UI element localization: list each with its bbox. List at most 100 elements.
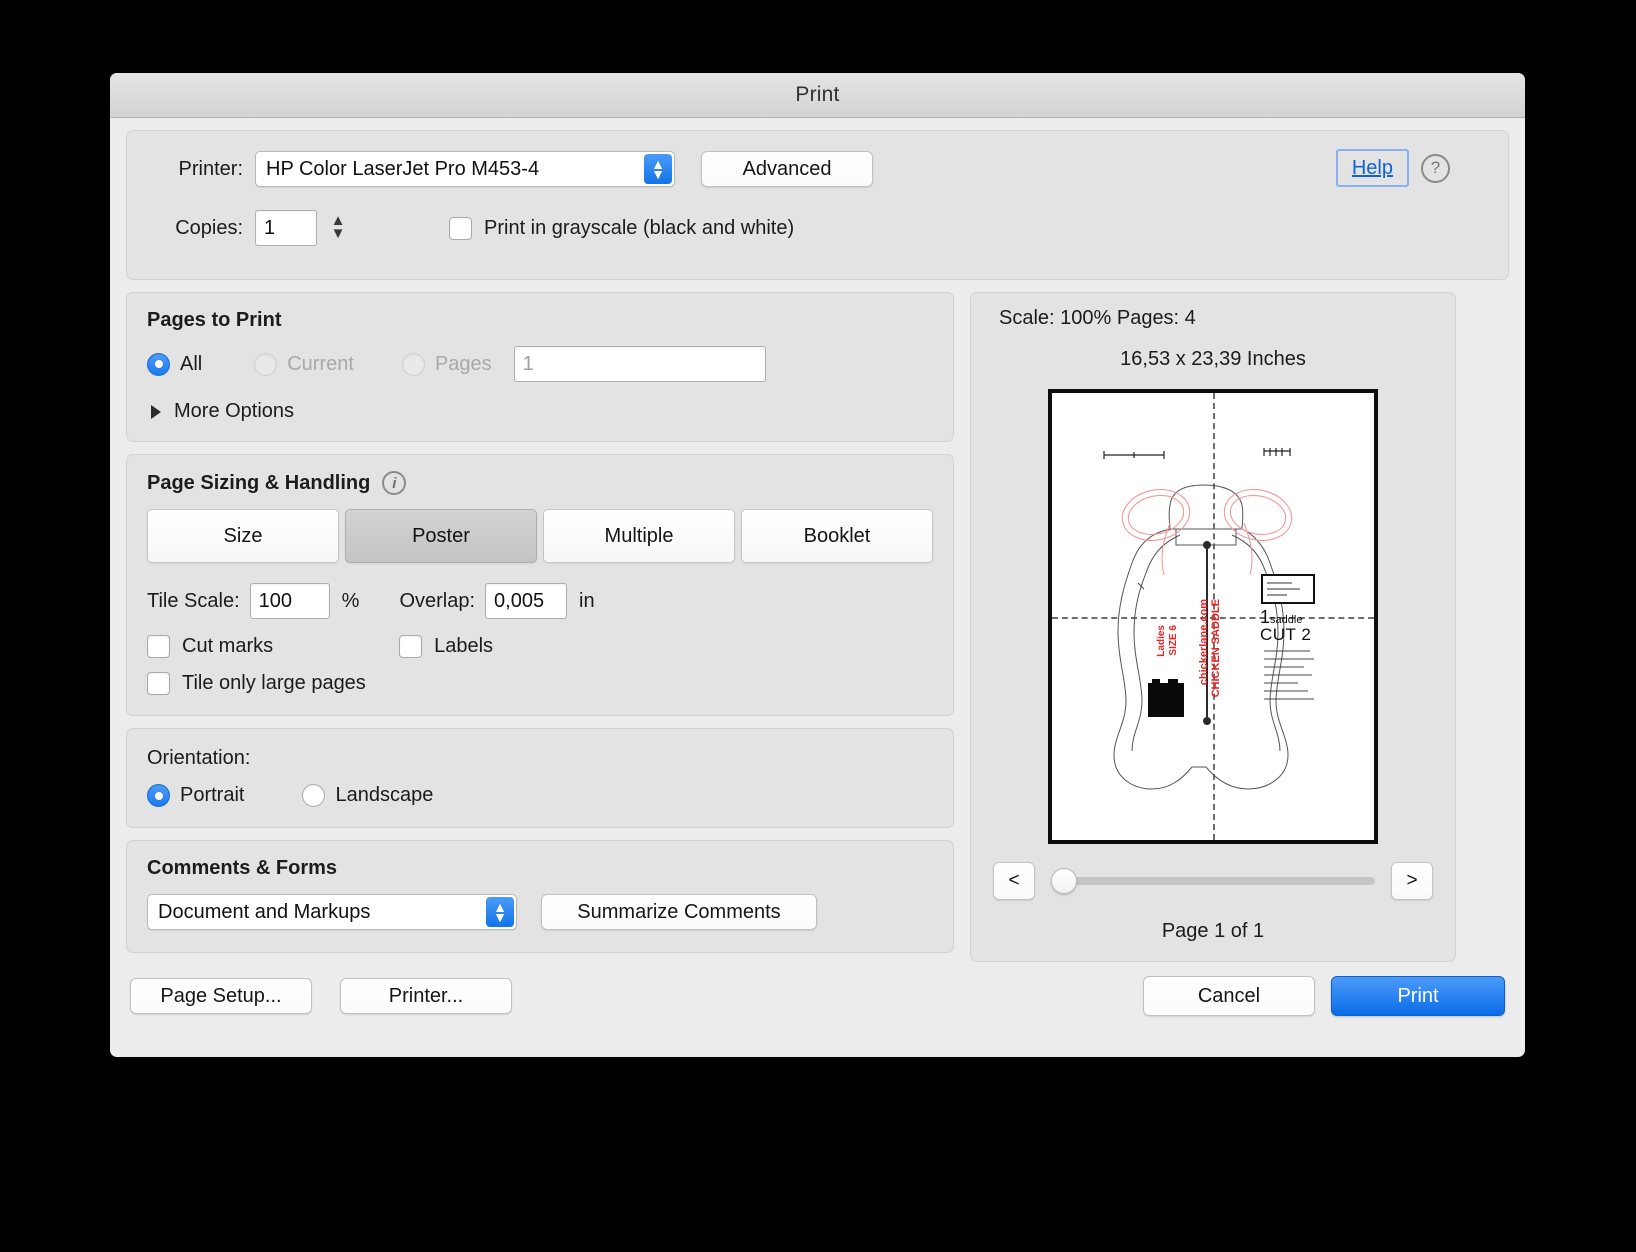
- page-preview-thumbnail[interactable]: 1saddle CUT 2 chickerlane.com CHICKEN SA…: [1048, 389, 1378, 844]
- summarize-comments-button[interactable]: Summarize Comments: [541, 894, 817, 930]
- comments-row: Document and Markups ▲ ▼ Summarize Commen…: [147, 894, 933, 930]
- labels-checkbox[interactable]: [399, 635, 423, 658]
- radio-pages[interactable]: Pages: [401, 352, 492, 376]
- artwork-red-text-1: chickerlane.com: [1198, 599, 1210, 686]
- cut-marks-checkbox[interactable]: [147, 635, 170, 658]
- artwork-red-text-2: CHICKEN SADDLE: [1210, 599, 1222, 698]
- overlap-value: 0,005: [494, 589, 545, 612]
- pages-to-print-title: Pages to Print: [147, 309, 282, 331]
- artwork-cut-label: CUT 2: [1260, 625, 1312, 644]
- more-options-toggle[interactable]: More Options: [147, 400, 933, 423]
- radio-current-indicator[interactable]: [254, 352, 278, 376]
- radio-landscape-label: Landscape: [335, 784, 434, 806]
- radio-portrait[interactable]: Portrait: [147, 784, 244, 807]
- radio-all-label: All: [180, 352, 203, 375]
- radio-pages-indicator[interactable]: [401, 352, 425, 376]
- pages-range-input[interactable]: 1: [513, 346, 766, 382]
- radio-current[interactable]: Current: [254, 352, 354, 376]
- printer-row: Printer: HP Color LaserJet Pro M453-4 ▲ ▼…: [145, 151, 1490, 187]
- help-link-button[interactable]: Help: [1335, 149, 1409, 187]
- page-setup-button[interactable]: Page Setup...: [130, 978, 312, 1014]
- page-sizing-title: Page Sizing & Handling: [147, 471, 371, 494]
- chevron-right-icon: [151, 404, 161, 419]
- tile-scale-label: Tile Scale:: [147, 589, 240, 612]
- preview-next-label: >: [1406, 870, 1418, 891]
- overlap-input[interactable]: 0,005: [485, 583, 568, 619]
- chevron-updown-icon: ▲ ▼: [644, 154, 672, 184]
- copies-label: Copies:: [175, 216, 243, 239]
- tile-scale-input[interactable]: 100: [249, 583, 330, 619]
- tile-only-large-label: Tile only large pages: [182, 672, 366, 694]
- grayscale-checkbox[interactable]: [449, 216, 472, 240]
- comments-select[interactable]: Document and Markups ▲ ▼: [147, 894, 517, 930]
- copies-stepper[interactable]: ▲ ▼: [327, 209, 349, 247]
- cancel-button[interactable]: Cancel: [1143, 976, 1315, 1016]
- radio-portrait-indicator[interactable]: [147, 784, 170, 807]
- preview-next-button[interactable]: >: [1391, 862, 1433, 900]
- orientation-title: Orientation:: [147, 747, 251, 769]
- printer-button[interactable]: Printer...: [340, 978, 512, 1014]
- cut-marks-label: Cut marks: [182, 635, 274, 657]
- tile-checkbox-row-2[interactable]: Tile only large pages: [147, 672, 933, 695]
- radio-all-indicator[interactable]: [147, 352, 170, 376]
- segment-poster-label: Poster: [412, 524, 470, 547]
- dialog-body: Printer: HP Color LaserJet Pro M453-4 ▲ ▼…: [110, 118, 1525, 1030]
- main-columns: Pages to Print All Current Pages 1 More …: [126, 292, 1509, 962]
- segment-multiple[interactable]: Multiple: [543, 509, 735, 563]
- cut-marks-checkbox-row[interactable]: Cut marks: [147, 635, 273, 658]
- copies-input[interactable]: 1: [255, 210, 317, 246]
- comments-forms-title: Comments & Forms: [147, 857, 338, 879]
- orientation-radio-group: Portrait Landscape: [147, 784, 933, 807]
- radio-portrait-label: Portrait: [180, 784, 245, 806]
- tile-checkbox-row-1: Cut marks Labels: [147, 635, 933, 658]
- page-setup-label: Page Setup...: [160, 984, 282, 1007]
- print-dialog-window: Print Printer: HP Color LaserJet Pro M45…: [110, 73, 1525, 1057]
- radio-landscape[interactable]: Landscape: [302, 784, 433, 807]
- preview-slider[interactable]: [1051, 868, 1375, 894]
- overlap-label: Overlap:: [399, 589, 476, 612]
- preview-prev-button[interactable]: <: [993, 862, 1035, 900]
- advanced-button[interactable]: Advanced: [701, 151, 873, 187]
- summarize-comments-label: Summarize Comments: [577, 900, 781, 923]
- comments-selected-value: Document and Markups: [158, 900, 371, 923]
- radio-landscape-indicator[interactable]: [302, 784, 326, 807]
- print-button[interactable]: Print: [1331, 976, 1505, 1016]
- cancel-button-label: Cancel: [1197, 984, 1261, 1007]
- artwork-red-text-4: SIZE 6: [1168, 625, 1179, 656]
- labels-label: Labels: [434, 635, 494, 657]
- segment-booklet[interactable]: Booklet: [741, 509, 933, 563]
- radio-pages-label: Pages: [434, 352, 492, 375]
- print-button-label: Print: [1397, 984, 1439, 1007]
- grayscale-checkbox-row[interactable]: Print in grayscale (black and white): [449, 216, 795, 240]
- stepper-down-icon: ▼: [330, 225, 346, 242]
- segment-poster[interactable]: Poster: [345, 509, 537, 563]
- help-area: Help ?: [1335, 149, 1450, 187]
- artwork-piece-number: 1: [1260, 607, 1271, 627]
- copies-value: 1: [264, 216, 276, 239]
- printer-button-label: Printer...: [388, 984, 464, 1007]
- radio-all[interactable]: All: [147, 352, 203, 376]
- info-circle-icon[interactable]: i: [382, 471, 407, 495]
- right-column: Scale: 100% Pages: 4 16,53 x 23,39 Inche…: [970, 292, 1456, 962]
- comments-forms-group: Comments & Forms Document and Markups ▲ ▼…: [126, 840, 954, 953]
- labels-checkbox-row[interactable]: Labels: [399, 635, 493, 658]
- tile-settings-row: Tile Scale: 100 % Overlap: 0,005 in: [147, 583, 933, 619]
- segment-size[interactable]: Size: [147, 509, 339, 563]
- grayscale-label: Print in grayscale (black and white): [484, 216, 795, 239]
- tile-scale-value: 100: [258, 589, 293, 612]
- artwork-red-text-3: Ladies: [1156, 625, 1167, 657]
- preview-slider-thumb[interactable]: [1051, 868, 1077, 894]
- page-sizing-group: Page Sizing & Handling i Size Poster Mul…: [126, 454, 954, 716]
- radio-current-label: Current: [287, 352, 354, 375]
- more-options-label: More Options: [174, 400, 295, 422]
- printer-label: Printer:: [178, 157, 243, 180]
- printer-select[interactable]: HP Color LaserJet Pro M453-4 ▲ ▼: [255, 151, 675, 187]
- orientation-group: Orientation: Portrait Landscape: [126, 728, 954, 828]
- preview-page-count: Page 1 of 1: [1161, 920, 1265, 942]
- tile-only-large-checkbox[interactable]: [147, 672, 170, 695]
- help-link-label: Help: [1351, 157, 1393, 179]
- print-preview-group: Scale: 100% Pages: 4 16,53 x 23,39 Inche…: [970, 292, 1456, 962]
- question-mark-circle-icon[interactable]: ?: [1421, 153, 1450, 183]
- inch-unit-label: in: [579, 589, 595, 612]
- pages-radio-group: All Current Pages 1: [147, 346, 933, 382]
